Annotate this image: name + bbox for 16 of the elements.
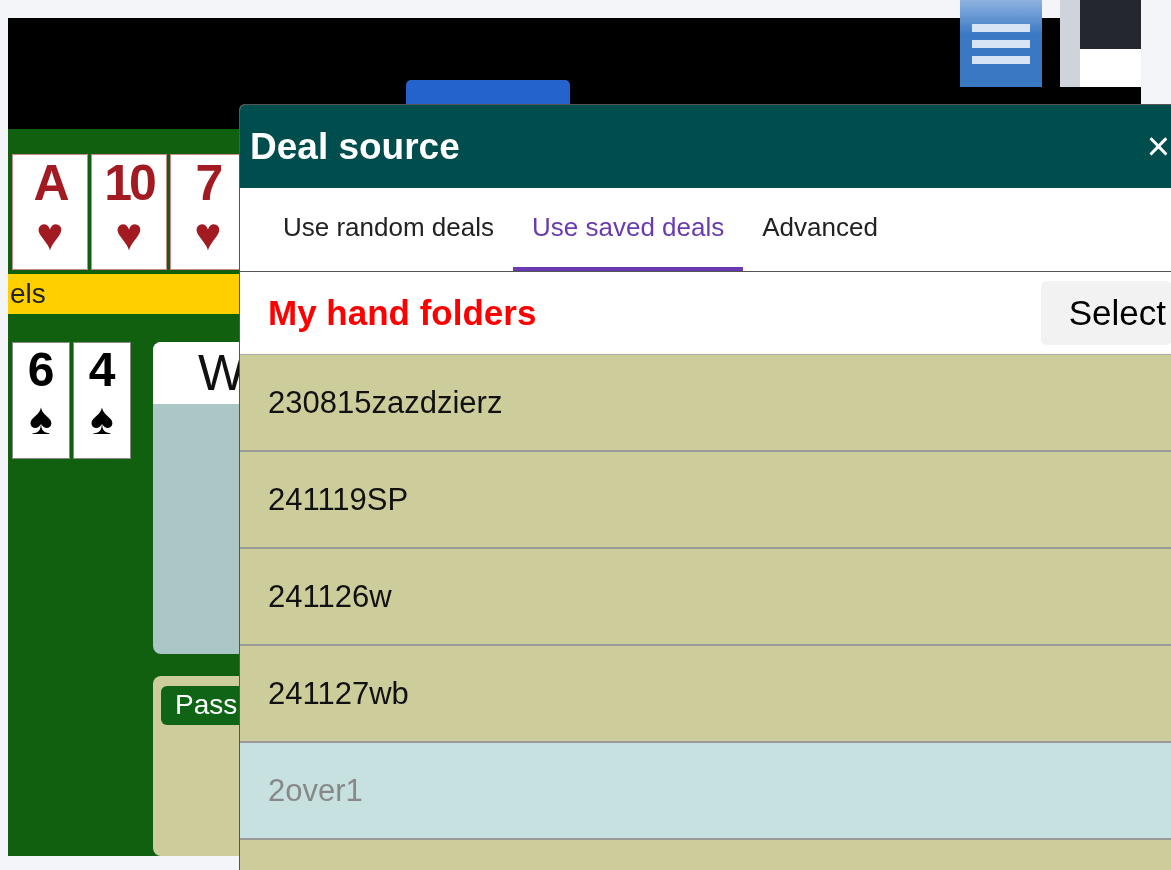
playing-card: 10 ♥ (91, 154, 167, 270)
playing-card: 6 ♠ (12, 342, 70, 459)
playing-card: 4 ♠ (73, 342, 131, 459)
menu-button[interactable] (960, 0, 1042, 87)
tab[interactable]: Use random deals (264, 188, 513, 271)
folder-item[interactable]: 241127wb (240, 646, 1171, 743)
tab[interactable]: Use saved deals (513, 188, 744, 271)
close-button[interactable]: × (1144, 124, 1171, 169)
playing-card: A ♥ (12, 154, 88, 270)
menu-icon (972, 21, 1030, 66)
folder-item[interactable]: 241126w (240, 549, 1171, 646)
folder-item[interactable]: 230815zazdzierz (240, 355, 1171, 452)
select-button[interactable]: Select (1040, 281, 1171, 345)
tab[interactable]: Advanced (743, 188, 897, 271)
dialog-title: Deal source (250, 125, 460, 168)
folder-item[interactable]: 241119SP (240, 452, 1171, 549)
